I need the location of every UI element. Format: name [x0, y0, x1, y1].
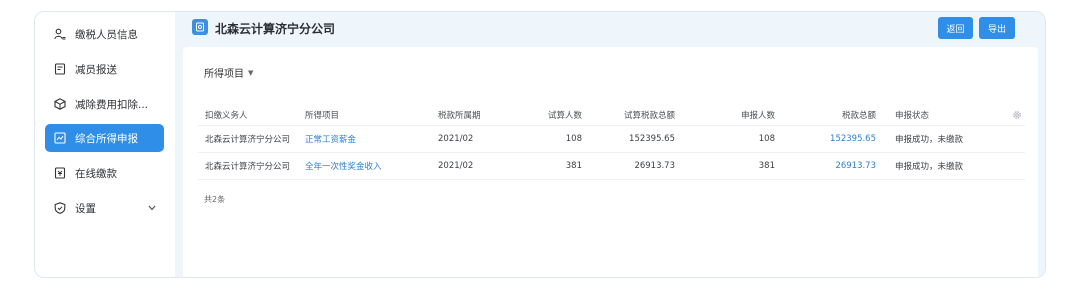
sidebar: 缴税人员信息 减员报送 减除费用扣除... 综合所得申报 在线缴款 设置	[35, 12, 175, 277]
sidebar-item-expense-deduction[interactable]: 减除费用扣除...	[45, 90, 164, 118]
trial-count-cell: 108	[565, 134, 582, 144]
column-header: 扣缴义务人	[205, 110, 248, 121]
export-button[interactable]: 导出	[979, 17, 1015, 39]
gear-icon[interactable]	[1012, 110, 1022, 120]
sidebar-item-settings[interactable]: 设置	[45, 194, 164, 222]
total-count: 共2条	[204, 195, 226, 204]
withholding-agent-cell: 北森云计算济宁分公司	[205, 162, 291, 172]
content-panel: 所得项目 ▼ 扣缴义务人 所得项目 税款所属期 试算人数 试算税款总额 申报人数…	[183, 47, 1038, 277]
column-header: 试算税款总额	[623, 110, 675, 121]
declare-status-cell: 申报成功，未缴款	[895, 162, 964, 172]
payment-icon	[54, 167, 66, 179]
sidebar-item-label: 综合所得申报	[75, 132, 138, 145]
column-header: 所得项目	[305, 110, 340, 121]
column-header: 申报人数	[740, 110, 775, 121]
column-header: 税款总额	[841, 110, 876, 121]
declare-status-cell: 申报成功，未缴款	[895, 135, 964, 145]
column-header: 试算人数	[547, 110, 582, 121]
app-window: 缴税人员信息 减员报送 减除费用扣除... 综合所得申报 在线缴款 设置 北森云…	[34, 11, 1046, 278]
declared-count-cell: 381	[758, 161, 775, 171]
back-button[interactable]: 返回	[938, 17, 973, 39]
column-header: 申报状态	[895, 110, 930, 121]
company-badge-icon	[192, 19, 208, 35]
sidebar-item-label: 缴税人员信息	[75, 28, 138, 41]
income-item-link[interactable]: 全年一次性奖金收入	[305, 160, 382, 172]
sidebar-item-label: 减除费用扣除...	[75, 98, 149, 111]
sidebar-item-online-payment[interactable]: 在线缴款	[45, 159, 164, 187]
sidebar-item-comprehensive-income[interactable]: 综合所得申报	[45, 124, 164, 152]
trial-tax-total-cell: 26913.73	[634, 161, 675, 171]
withholding-agent-cell: 北森云计算济宁分公司	[205, 135, 291, 145]
sidebar-item-reduction-report[interactable]: 减员报送	[45, 55, 164, 83]
page-title: 北森云计算济宁分公司	[215, 22, 336, 36]
cube-icon	[54, 98, 66, 110]
chevron-down-icon	[148, 203, 156, 214]
sidebar-item-label: 在线缴款	[75, 167, 117, 180]
sidebar-item-label: 设置	[75, 202, 96, 215]
table-row[interactable]: 北森云计算济宁分公司 全年一次性奖金收入 2021/02 381 26913.7…	[198, 153, 1025, 180]
tax-total-link[interactable]: 26913.73	[835, 161, 876, 171]
shield-settings-icon	[54, 202, 66, 214]
table-header: 扣缴义务人 所得项目 税款所属期 试算人数 试算税款总额 申报人数 税款总额 申…	[198, 104, 1025, 126]
declared-count-cell: 108	[758, 134, 775, 144]
column-header: 税款所属期	[438, 110, 481, 121]
trial-tax-total-cell: 152395.65	[629, 134, 675, 144]
tax-period-cell: 2021/02	[438, 134, 474, 144]
sidebar-item-taxpayer-info[interactable]: 缴税人员信息	[45, 20, 164, 48]
income-item-link[interactable]: 正常工资薪金	[305, 133, 356, 145]
income-item-filter[interactable]: 所得项目 ▼	[204, 65, 254, 81]
page-header: 北森云计算济宁分公司 返回 导出	[183, 12, 1045, 46]
person-list-icon	[54, 28, 66, 40]
caret-down-icon: ▼	[248, 68, 254, 77]
tax-total-link[interactable]: 152395.65	[830, 134, 876, 144]
table-row[interactable]: 北森云计算济宁分公司 正常工资薪金 2021/02 108 152395.65 …	[198, 126, 1025, 153]
filter-label: 所得项目	[204, 69, 244, 80]
chart-report-icon	[54, 132, 66, 144]
tax-period-cell: 2021/02	[438, 161, 474, 171]
sidebar-item-label: 减员报送	[75, 63, 117, 76]
clipboard-icon	[54, 63, 66, 75]
trial-count-cell: 381	[565, 161, 582, 171]
